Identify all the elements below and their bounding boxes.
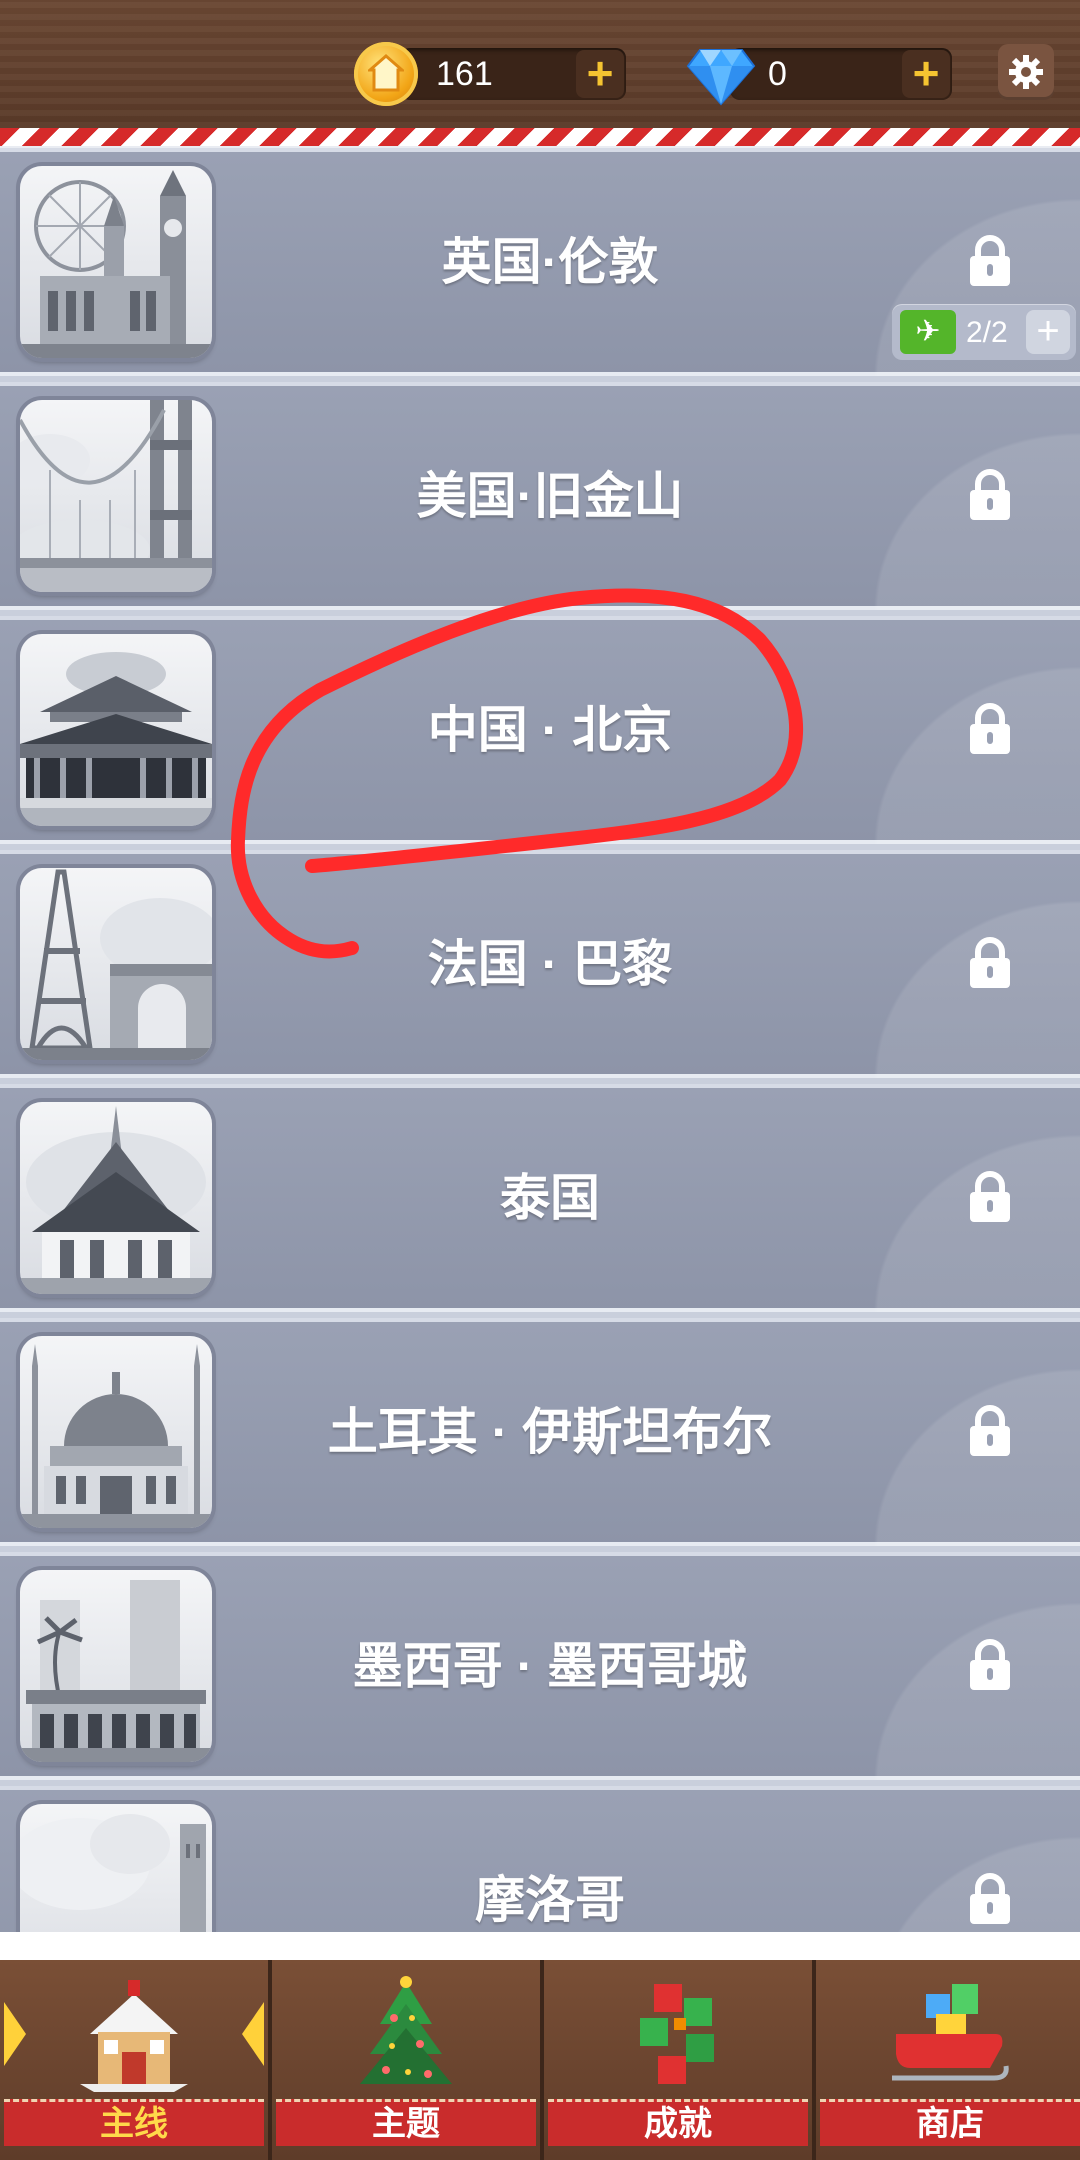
- tab-label: 商店: [820, 2099, 1080, 2146]
- selected-arrow-left-icon: [4, 2002, 26, 2066]
- paris-thumbnail: [20, 868, 212, 1060]
- diamond-icon: [686, 48, 756, 106]
- lock-icon: [970, 1171, 1010, 1222]
- achievement-blocks-icon: [640, 1984, 714, 2084]
- tab-label: 主线: [4, 2099, 264, 2146]
- add-flight-button[interactable]: +: [1026, 310, 1070, 354]
- lock-icon: [970, 469, 1010, 520]
- mexico-city-thumbnail: [20, 1570, 212, 1762]
- lock-icon: [970, 937, 1010, 988]
- thailand-thumbnail: [20, 1102, 212, 1294]
- flight-tickets-badge[interactable]: ✈ 2/2 +: [892, 304, 1076, 360]
- selected-arrow-right-icon: [242, 2002, 264, 2066]
- city-name: 美国·旧金山: [416, 468, 684, 524]
- christmas-tree-icon: [360, 1976, 452, 2084]
- lock-icon: [970, 1873, 1010, 1924]
- lock-icon: [970, 1405, 1010, 1456]
- city-name: 土耳其 · 伊斯坦布尔: [327, 1404, 773, 1460]
- coin-counter: 161 +: [400, 48, 626, 100]
- candy-cane-border: [0, 128, 1080, 148]
- gem-count: 0: [768, 55, 787, 93]
- city-card-mexico-city[interactable]: 墨西哥 · 墨西哥城: [0, 1556, 1080, 1786]
- coin-count: 161: [436, 55, 493, 93]
- city-name: 墨西哥 · 墨西哥城: [352, 1638, 748, 1694]
- morocco-thumbnail: [20, 1804, 212, 1932]
- tab-label: 主题: [276, 2099, 536, 2146]
- tab-themes[interactable]: 主题: [272, 1960, 544, 2160]
- city-card-morocco[interactable]: 摩洛哥: [0, 1790, 1080, 1932]
- sleigh-gifts-icon: [892, 1984, 1009, 2081]
- city-list[interactable]: 英国·伦敦 ✈ 2/2 + 美国·旧金山 中国 · 北京 法国 · 巴黎 泰国 …: [0, 148, 1080, 1932]
- tab-achievements[interactable]: 成就: [544, 1960, 816, 2160]
- istanbul-thumbnail: [20, 1336, 212, 1528]
- city-name: 中国 · 北京: [427, 702, 673, 758]
- lock-icon: [970, 1639, 1010, 1690]
- city-card-thailand[interactable]: 泰国: [0, 1088, 1080, 1318]
- tab-label: 成就: [548, 2099, 808, 2146]
- city-card-london[interactable]: 英国·伦敦 ✈ 2/2 +: [0, 152, 1080, 382]
- airplane-icon: ✈: [900, 310, 956, 354]
- city-card-san-francisco[interactable]: 美国·旧金山: [0, 386, 1080, 616]
- lock-icon: [970, 703, 1010, 754]
- city-card-beijing[interactable]: 中国 · 北京: [0, 620, 1080, 850]
- city-card-istanbul[interactable]: 土耳其 · 伊斯坦布尔: [0, 1322, 1080, 1552]
- city-name: 法国 · 巴黎: [427, 936, 673, 992]
- flight-count: 2/2: [966, 316, 1008, 349]
- city-name: 泰国: [500, 1170, 600, 1226]
- tab-shop[interactable]: 商店: [816, 1960, 1080, 2160]
- bottom-nav: 主线 主题 成就 商店: [0, 1960, 1080, 2160]
- add-coins-button[interactable]: +: [576, 50, 624, 98]
- gingerbread-house-icon: [80, 1980, 188, 2092]
- city-card-paris[interactable]: 法国 · 巴黎: [0, 854, 1080, 1084]
- add-gems-button[interactable]: +: [902, 50, 950, 98]
- tab-main-story[interactable]: 主线: [0, 1960, 272, 2160]
- san-francisco-thumbnail: [20, 400, 212, 592]
- gem-counter: 0 +: [730, 48, 952, 100]
- beijing-thumbnail: [20, 634, 212, 826]
- settings-button[interactable]: [998, 44, 1054, 100]
- gear-icon: [1009, 55, 1043, 89]
- lock-icon: [970, 235, 1010, 286]
- city-name: 摩洛哥: [475, 1872, 625, 1928]
- city-name: 英国·伦敦: [441, 234, 659, 290]
- london-thumbnail: [20, 166, 212, 358]
- coin-icon: [354, 42, 418, 106]
